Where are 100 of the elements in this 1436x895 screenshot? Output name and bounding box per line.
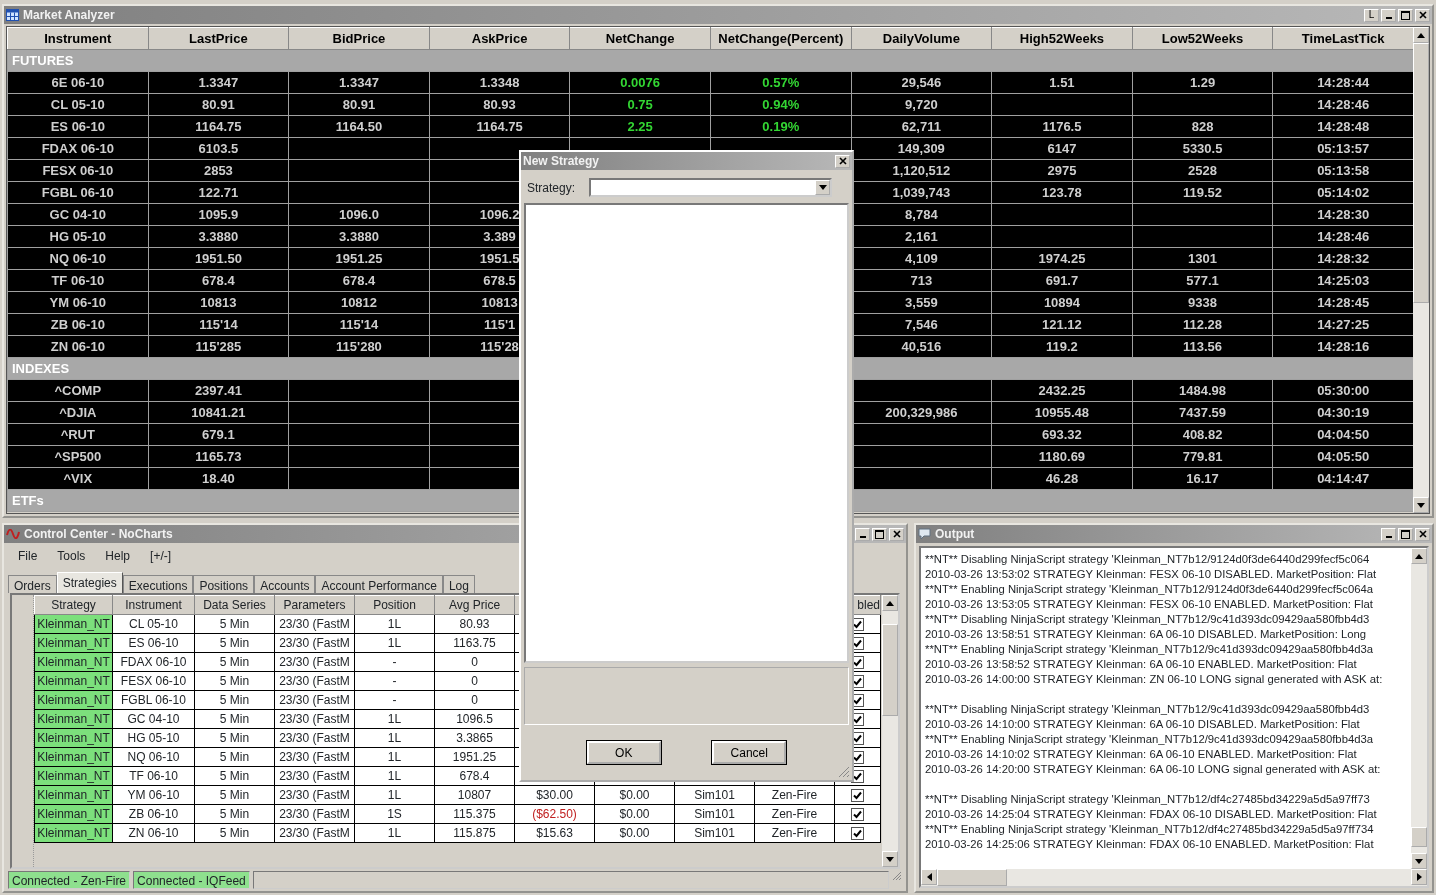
scrollbar[interactable]: [921, 869, 1427, 886]
down-arrow-icon: [1415, 858, 1423, 864]
strategy-dropdown[interactable]: [589, 178, 832, 197]
table-cell: 2853: [148, 159, 289, 182]
window-title: Output: [935, 526, 975, 543]
tab[interactable]: Strategies: [56, 572, 123, 593]
scroll-thumb[interactable]: [937, 869, 1007, 886]
table-cell: ZB 06-10: [7, 313, 149, 336]
scrollbar[interactable]: [882, 595, 898, 867]
close-icon: [1418, 11, 1427, 19]
column-header[interactable]: Avg Price: [434, 595, 515, 615]
column-header[interactable]: NetChange: [569, 27, 711, 50]
table-cell: 10841.21: [148, 401, 289, 424]
log-line: 2010-03-26 14:25:04 STRATEGY Kleinman: FDAX 06-10 DISABLED. MarketPosition: Flat: [925, 807, 1377, 822]
close-button[interactable]: [835, 154, 850, 168]
column-header[interactable]: DailyVolume: [851, 27, 992, 50]
tab[interactable]: Account Performance: [315, 575, 443, 593]
table-cell: ZN 06-10: [7, 335, 149, 358]
column-header[interactable]: NetChange(Percent): [710, 27, 852, 50]
minimize-button[interactable]: [1381, 527, 1396, 541]
scroll-thumb[interactable]: [882, 624, 898, 717]
column-header[interactable]: LastPrice: [148, 27, 289, 50]
column-header[interactable]: Parameters: [274, 595, 355, 615]
column-header[interactable]: AskPrice: [429, 27, 570, 50]
table-cell: 779.81: [1132, 445, 1273, 468]
table-cell: 1164.75: [429, 115, 570, 138]
maximize-button[interactable]: [1398, 527, 1413, 541]
table-cell: 7437.59: [1132, 401, 1273, 424]
table-cell: 2397.41: [148, 379, 289, 402]
close-button[interactable]: [1415, 8, 1430, 22]
table-cell: FDAX 06-10: [7, 137, 149, 160]
cancel-button[interactable]: Cancel: [712, 741, 787, 764]
table-cell: 1974.25: [991, 247, 1133, 270]
log-line: **NT** Disabling NinjaScript strategy 'Kleinman_NT7b12/df4c27485bd34229a5d5a97ff73: [925, 792, 1370, 807]
caret-icon: [818, 185, 827, 190]
table-cell: 1164.75: [148, 115, 289, 138]
tab[interactable]: Orders: [8, 575, 57, 593]
down-arrow-icon: [886, 856, 894, 862]
table-cell: TF 06-10: [7, 269, 149, 292]
table-cell: 3.3880: [148, 225, 289, 248]
ok-button[interactable]: OK: [586, 741, 661, 764]
column-header[interactable]: High52Weeks: [991, 27, 1133, 50]
scrollbar[interactable]: [1413, 27, 1429, 513]
table-cell: 1484.98: [1132, 379, 1273, 402]
tab[interactable]: Accounts: [254, 575, 316, 593]
scrollbar[interactable]: [1411, 548, 1427, 869]
column-header[interactable]: Instrument: [112, 595, 195, 615]
menu-item[interactable]: File: [18, 547, 38, 563]
table-cell: ^SP500: [7, 445, 149, 468]
down-arrow-icon: [1417, 502, 1425, 508]
tab[interactable]: Positions: [193, 575, 255, 593]
column-header[interactable]: Instrument: [7, 27, 149, 50]
table-cell: 115'14: [148, 313, 289, 336]
close-button[interactable]: [1415, 527, 1430, 541]
checkbox[interactable]: [851, 789, 864, 803]
table-cell: 10812: [288, 291, 430, 314]
minimize-button[interactable]: [1381, 8, 1396, 22]
table-cell: 2432.25: [991, 379, 1133, 402]
minimize-button[interactable]: [855, 527, 870, 541]
maximize-button[interactable]: [872, 527, 887, 541]
maximize-button[interactable]: [1398, 8, 1413, 22]
menu-item[interactable]: Help: [105, 547, 131, 563]
scroll-thumb[interactable]: [1413, 43, 1429, 304]
column-header[interactable]: BidPrice: [288, 27, 430, 50]
log-line: **NT** Enabling NinjaScript strategy 'Kleinman_NT7b12/df4c27485bd34229a5d5a97ff734: [925, 822, 1374, 837]
menu-item[interactable]: Tools: [57, 547, 86, 563]
table-cell: FESX 06-10: [7, 159, 149, 182]
table-cell: 0.19%: [710, 115, 852, 138]
table-cell: FGBL 06-10: [7, 181, 149, 204]
column-header[interactable]: TimeLastTick: [1272, 27, 1413, 50]
tab[interactable]: Log: [442, 575, 475, 593]
log-line: 2010-03-26 14:10:00 STRATEGY Kleinman: 6A 06-10 DISABLED. MarketPosition: Flat: [925, 717, 1360, 732]
column-header[interactable]: Position: [354, 595, 435, 615]
status-text: Connected - IQFeed: [133, 871, 250, 889]
table-cell: ^VIX: [7, 467, 149, 490]
group-header: FUTURES: [7, 49, 1413, 72]
lock-button[interactable]: L: [1364, 8, 1379, 22]
table-cell: 1301: [1132, 247, 1273, 270]
column-header[interactable]: Low52Weeks: [1132, 27, 1273, 50]
log-line: 2010-03-26 13:58:52 STRATEGY Kleinman: 6A 06-10 ENABLED. MarketPosition: Flat: [925, 657, 1357, 672]
scroll-thumb[interactable]: [1411, 826, 1427, 848]
menu-item[interactable]: [+/-]: [150, 547, 172, 563]
table-cell: 2975: [991, 159, 1133, 182]
table-cell: ^RUT: [7, 423, 149, 446]
grid-icon: [6, 9, 19, 21]
column-header[interactable]: Strategy: [34, 595, 113, 615]
close-button[interactable]: [889, 527, 904, 541]
close-icon: [892, 530, 901, 538]
log-line: 2010-03-26 14:25:06 STRATEGY Kleinman: FDAX 06-10 ENABLED. MarketPosition: Flat: [925, 837, 1374, 852]
table-cell: 1096.0: [288, 203, 430, 226]
resize-grip-icon: [892, 871, 902, 881]
table-cell: 0.0076: [569, 71, 711, 94]
column-header[interactable]: Data Series: [194, 595, 275, 615]
tab[interactable]: Executions: [122, 575, 194, 593]
status-text: Connected - Zen-Fire: [8, 871, 131, 889]
checkbox[interactable]: [851, 808, 864, 822]
table-cell: 119.52: [1132, 181, 1273, 204]
checkbox[interactable]: [851, 827, 864, 841]
table-cell: 121.12: [991, 313, 1133, 336]
table-cell: 6103.5: [148, 137, 289, 160]
